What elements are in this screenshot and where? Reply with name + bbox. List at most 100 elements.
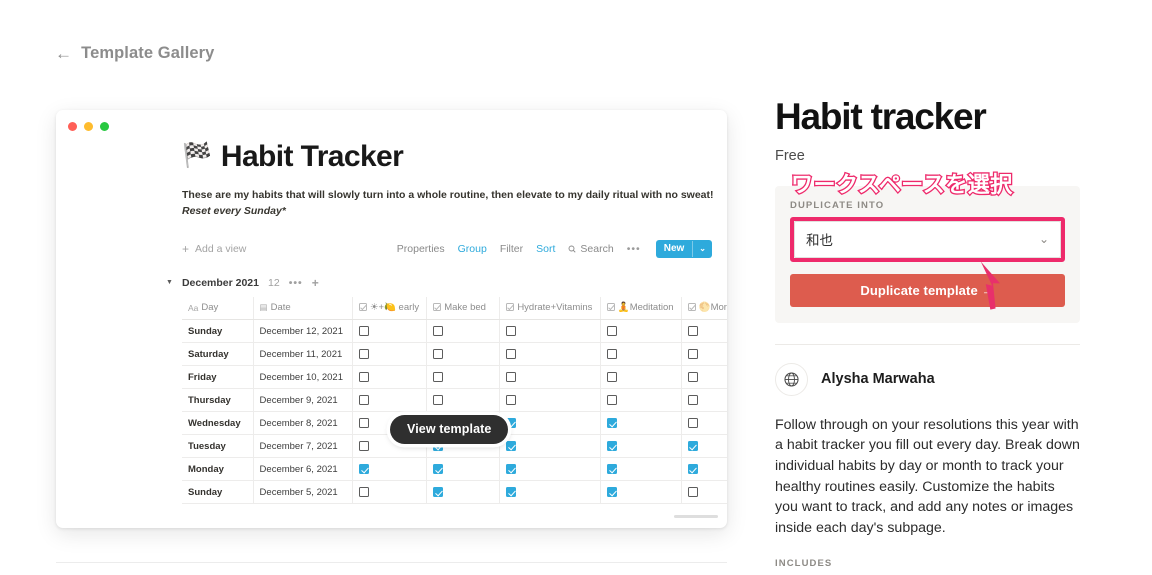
table-row[interactable]: Saturday December 11, 2021 (182, 342, 727, 367)
table-cell-date[interactable]: December 8, 2021 (253, 411, 354, 436)
table-row[interactable]: Sunday December 5, 2021 (182, 480, 727, 505)
table-cell-checkbox[interactable] (600, 365, 682, 390)
checkbox-unchecked-icon[interactable] (606, 372, 617, 383)
workspace-select[interactable]: 和也 ⌄ (794, 220, 1061, 258)
table-cell-checkbox[interactable] (499, 342, 601, 367)
table-cell-checkbox[interactable] (600, 411, 682, 436)
table-cell-date[interactable]: December 9, 2021 (253, 388, 354, 413)
checkbox-checked-icon[interactable] (506, 487, 517, 498)
checkbox-unchecked-icon[interactable] (359, 349, 370, 360)
table-cell-checkbox[interactable] (352, 480, 428, 505)
checkbox-unchecked-icon[interactable] (359, 326, 370, 337)
table-header-make-bed[interactable]: Make bed (426, 296, 501, 321)
checkbox-unchecked-icon[interactable] (687, 372, 698, 383)
table-row[interactable]: Friday December 10, 2021 (182, 365, 727, 390)
table-cell-day[interactable]: Wednesday (182, 411, 254, 436)
checkbox-checked-icon[interactable] (506, 441, 517, 452)
checkbox-unchecked-icon[interactable] (359, 395, 370, 406)
table-cell-checkbox[interactable] (352, 388, 428, 413)
table-cell-checkbox[interactable] (681, 457, 727, 482)
table-cell-checkbox[interactable] (600, 457, 682, 482)
toolbar-sort-button[interactable]: Sort (536, 243, 555, 255)
checkbox-unchecked-icon[interactable] (506, 395, 517, 406)
table-cell-checkbox[interactable] (499, 388, 601, 413)
table-header-date[interactable]: ▤ Date (253, 296, 354, 321)
table-cell-day[interactable]: Saturday (182, 342, 254, 367)
table-cell-checkbox[interactable] (352, 319, 428, 344)
table-row[interactable]: Thursday December 9, 2021 (182, 388, 727, 413)
toolbar-filter-button[interactable]: Filter (500, 243, 523, 255)
add-a-view-button[interactable]: + Add a view (182, 242, 246, 256)
checkbox-checked-icon[interactable] (606, 487, 617, 498)
table-cell-checkbox[interactable] (600, 388, 682, 413)
table-cell-date[interactable]: December 6, 2021 (253, 457, 354, 482)
table-cell-date[interactable]: December 5, 2021 (253, 480, 354, 505)
table-cell-checkbox[interactable] (426, 388, 501, 413)
table-cell-date[interactable]: December 12, 2021 (253, 319, 354, 344)
table-cell-checkbox[interactable] (681, 480, 727, 505)
table-cell-day[interactable]: Thursday (182, 388, 254, 413)
table-cell-date[interactable]: December 7, 2021 (253, 434, 354, 459)
checkbox-checked-icon[interactable] (606, 418, 617, 429)
table-cell-checkbox[interactable] (681, 365, 727, 390)
table-cell-checkbox[interactable] (426, 480, 501, 505)
checkbox-checked-icon[interactable] (506, 464, 517, 475)
checkbox-unchecked-icon[interactable] (506, 372, 517, 383)
checkbox-unchecked-icon[interactable] (359, 418, 370, 429)
chevron-down-icon[interactable]: ⌄ (692, 240, 712, 257)
table-row[interactable]: Sunday December 12, 2021 (182, 319, 727, 344)
checkbox-unchecked-icon[interactable] (506, 349, 517, 360)
table-row[interactable]: Monday December 6, 2021 (182, 457, 727, 482)
table-cell-checkbox[interactable] (499, 365, 601, 390)
table-cell-day[interactable]: Friday (182, 365, 254, 390)
table-cell-checkbox[interactable] (352, 365, 428, 390)
toolbar-group-button[interactable]: Group (458, 243, 487, 255)
checkbox-unchecked-icon[interactable] (687, 418, 698, 429)
table-cell-checkbox[interactable] (681, 411, 727, 436)
table-cell-checkbox[interactable] (499, 434, 601, 459)
table-cell-checkbox[interactable] (681, 434, 727, 459)
table-cell-checkbox[interactable] (499, 411, 601, 436)
table-cell-day[interactable]: Sunday (182, 480, 254, 505)
table-cell-checkbox[interactable] (352, 457, 428, 482)
toolbar-more-button[interactable]: ••• (627, 243, 641, 255)
table-header-hydrate[interactable]: Hydrate+Vitamins (499, 296, 601, 321)
table-header-meditation[interactable]: 🧘Meditation (600, 296, 682, 321)
table-cell-checkbox[interactable] (681, 342, 727, 367)
checkbox-unchecked-icon[interactable] (606, 395, 617, 406)
checkbox-unchecked-icon[interactable] (433, 372, 444, 383)
checkbox-unchecked-icon[interactable] (433, 395, 444, 406)
checkbox-unchecked-icon[interactable] (359, 441, 370, 452)
table-cell-checkbox[interactable] (600, 342, 682, 367)
table-cell-checkbox[interactable] (426, 319, 501, 344)
checkbox-checked-icon[interactable] (606, 464, 617, 475)
table-header-day[interactable]: Aa Day (182, 296, 254, 321)
checkbox-unchecked-icon[interactable] (687, 326, 698, 337)
new-record-button[interactable]: New ⌄ (655, 239, 712, 258)
table-cell-checkbox[interactable] (499, 319, 601, 344)
table-cell-day[interactable]: Tuesday (182, 434, 254, 459)
view-template-button[interactable]: View template (390, 415, 509, 444)
table-cell-checkbox[interactable] (426, 457, 501, 482)
checkbox-checked-icon[interactable] (687, 464, 698, 475)
table-cell-checkbox[interactable] (499, 457, 601, 482)
table-cell-checkbox[interactable] (426, 342, 501, 367)
table-header-early[interactable]: ☀+🍋 early (352, 296, 428, 321)
duplicate-template-button[interactable]: Duplicate template → (790, 273, 1065, 307)
checkbox-unchecked-icon[interactable] (506, 326, 517, 337)
checkbox-unchecked-icon[interactable] (433, 349, 444, 360)
template-preview-card[interactable]: 🏁 Habit Tracker These are my habits that… (56, 110, 727, 528)
toolbar-search-button[interactable]: Search (568, 243, 614, 255)
table-cell-checkbox[interactable] (352, 342, 428, 367)
checkbox-checked-icon[interactable] (359, 464, 370, 475)
table-cell-checkbox[interactable] (681, 388, 727, 413)
checkbox-unchecked-icon[interactable] (359, 487, 370, 498)
table-cell-day[interactable]: Sunday (182, 319, 254, 344)
template-author[interactable]: Alysha Marwaha (775, 362, 1080, 396)
toolbar-properties-button[interactable]: Properties (397, 243, 445, 255)
checkbox-checked-icon[interactable] (433, 487, 444, 498)
back-to-template-gallery-link[interactable]: ← Template Gallery (55, 44, 214, 63)
table-header-morning-pages[interactable]: 🌕Morning Pages (681, 296, 727, 321)
checkbox-unchecked-icon[interactable] (359, 372, 370, 383)
table-cell-checkbox[interactable] (426, 365, 501, 390)
